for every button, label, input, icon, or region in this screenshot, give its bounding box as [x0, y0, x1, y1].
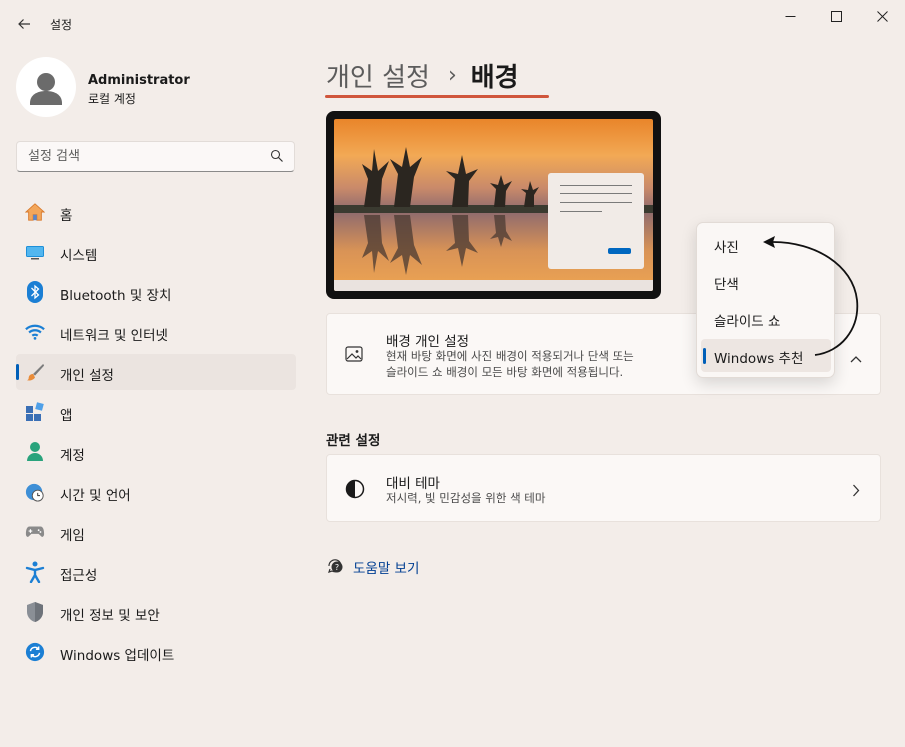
- sidebar-item-time-language[interactable]: 시간 및 언어: [16, 474, 296, 510]
- sidebar-item-apps[interactable]: 앱: [16, 394, 296, 430]
- background-card-title: 배경 개인 설정: [386, 334, 470, 350]
- sidebar-item-accounts[interactable]: 계정: [16, 434, 296, 470]
- dropdown-option-label: 사진: [714, 240, 739, 256]
- breadcrumb-underline: [325, 95, 549, 98]
- sidebar-item-privacy[interactable]: 개인 정보 및 보안: [16, 594, 296, 630]
- dropdown-option-label: 단색: [714, 277, 739, 293]
- desktop-preview: [326, 111, 661, 299]
- search-icon[interactable]: [270, 149, 284, 163]
- wifi-icon: [25, 322, 45, 342]
- sidebar-item-personalization[interactable]: 개인 설정: [16, 354, 296, 390]
- sidebar-item-label: 앱: [60, 408, 73, 424]
- accessibility-icon: [25, 561, 45, 583]
- update-icon: [25, 642, 45, 662]
- sidebar-nav: 홈 시스템 Bluetooth 및 장치 네트워크 및 인터넷 개인 설정 앱: [16, 194, 296, 674]
- bluetooth-icon: [25, 281, 45, 303]
- user-name: Administrator: [88, 73, 190, 88]
- preview-window: [548, 173, 644, 269]
- contrast-card-title: 대비 테마: [386, 476, 440, 492]
- sidebar-item-home[interactable]: 홈: [16, 194, 296, 230]
- system-icon: [25, 242, 45, 262]
- brush-icon: [25, 362, 45, 382]
- sidebar-item-label: 개인 설정: [60, 368, 114, 384]
- page-title: 배경: [470, 62, 519, 93]
- related-settings-heading: 관련 설정: [326, 433, 381, 449]
- annotation-arrow-icon: [763, 236, 859, 356]
- minimize-icon: [785, 15, 795, 17]
- contrast-icon: [345, 479, 365, 503]
- apps-icon: [25, 402, 45, 422]
- sidebar-item-label: Bluetooth 및 장치: [60, 288, 172, 304]
- sidebar-item-label: 시간 및 언어: [60, 488, 131, 504]
- minimize-button[interactable]: [767, 0, 813, 32]
- close-icon: [876, 10, 888, 22]
- account-icon: [25, 442, 45, 462]
- search-box[interactable]: [16, 141, 295, 172]
- arrow-left-icon: [18, 19, 30, 29]
- sidebar-item-label: 게임: [60, 528, 85, 544]
- contrast-card-description: 저시력, 빛 민감성을 위한 색 테마: [386, 491, 546, 505]
- sidebar-item-label: 접근성: [60, 568, 98, 584]
- shield-icon: [25, 602, 45, 622]
- gamepad-icon: [25, 522, 45, 542]
- sidebar-item-network[interactable]: 네트워크 및 인터넷: [16, 314, 296, 350]
- back-button[interactable]: [10, 10, 38, 38]
- svg-text:?: ?: [335, 563, 339, 572]
- background-card-description-line2: 슬라이드 쇼 배경이 모든 바탕 화면에 적용됩니다.: [386, 365, 624, 379]
- close-button[interactable]: [859, 0, 905, 32]
- help-link-row[interactable]: ? 도움말 보기: [326, 556, 419, 578]
- chevron-right-icon: [852, 482, 860, 501]
- selection-indicator: [703, 348, 706, 364]
- sidebar-item-accessibility[interactable]: 접근성: [16, 554, 296, 590]
- breadcrumb-separator: ›: [447, 62, 457, 88]
- sidebar-item-label: 홈: [60, 208, 73, 224]
- app-title: 설정: [50, 18, 73, 32]
- background-card-description-line1: 현재 바탕 화면에 사진 배경이 적용되거나 단색 또는: [386, 349, 634, 363]
- breadcrumb-parent[interactable]: 개인 설정: [326, 57, 430, 94]
- sidebar-item-windows-update[interactable]: Windows 업데이트: [16, 634, 296, 670]
- avatar[interactable]: [16, 57, 76, 117]
- account-type: 로컬 계정: [88, 92, 136, 106]
- sidebar-item-system[interactable]: 시스템: [16, 234, 296, 270]
- sidebar-item-label: 시스템: [60, 248, 98, 264]
- maximize-button[interactable]: [813, 0, 859, 32]
- image-icon: [345, 345, 363, 367]
- contrast-themes-card[interactable]: 대비 테마 저시력, 빛 민감성을 위한 색 테마: [326, 454, 881, 522]
- sidebar-item-label: 개인 정보 및 보안: [60, 608, 160, 624]
- sidebar-item-label: Windows 업데이트: [60, 648, 175, 664]
- sidebar-item-label: 계정: [60, 448, 85, 464]
- clock-globe-icon: [25, 482, 45, 502]
- selection-indicator: [16, 364, 19, 380]
- sidebar-item-gaming[interactable]: 게임: [16, 514, 296, 550]
- maximize-icon: [830, 10, 842, 22]
- breadcrumb: 개인 설정 › 배경: [326, 55, 519, 95]
- sidebar-item-bluetooth[interactable]: Bluetooth 및 장치: [16, 274, 296, 310]
- sidebar-item-label: 네트워크 및 인터넷: [60, 328, 168, 344]
- search-input[interactable]: [17, 142, 267, 171]
- get-help-link[interactable]: 도움말 보기: [353, 557, 419, 577]
- home-icon: [25, 202, 45, 222]
- preview-taskbar: [334, 280, 653, 291]
- wallpaper-preview: [334, 119, 653, 291]
- user-silhouette-icon: [30, 73, 62, 105]
- help-icon: ?: [326, 556, 344, 578]
